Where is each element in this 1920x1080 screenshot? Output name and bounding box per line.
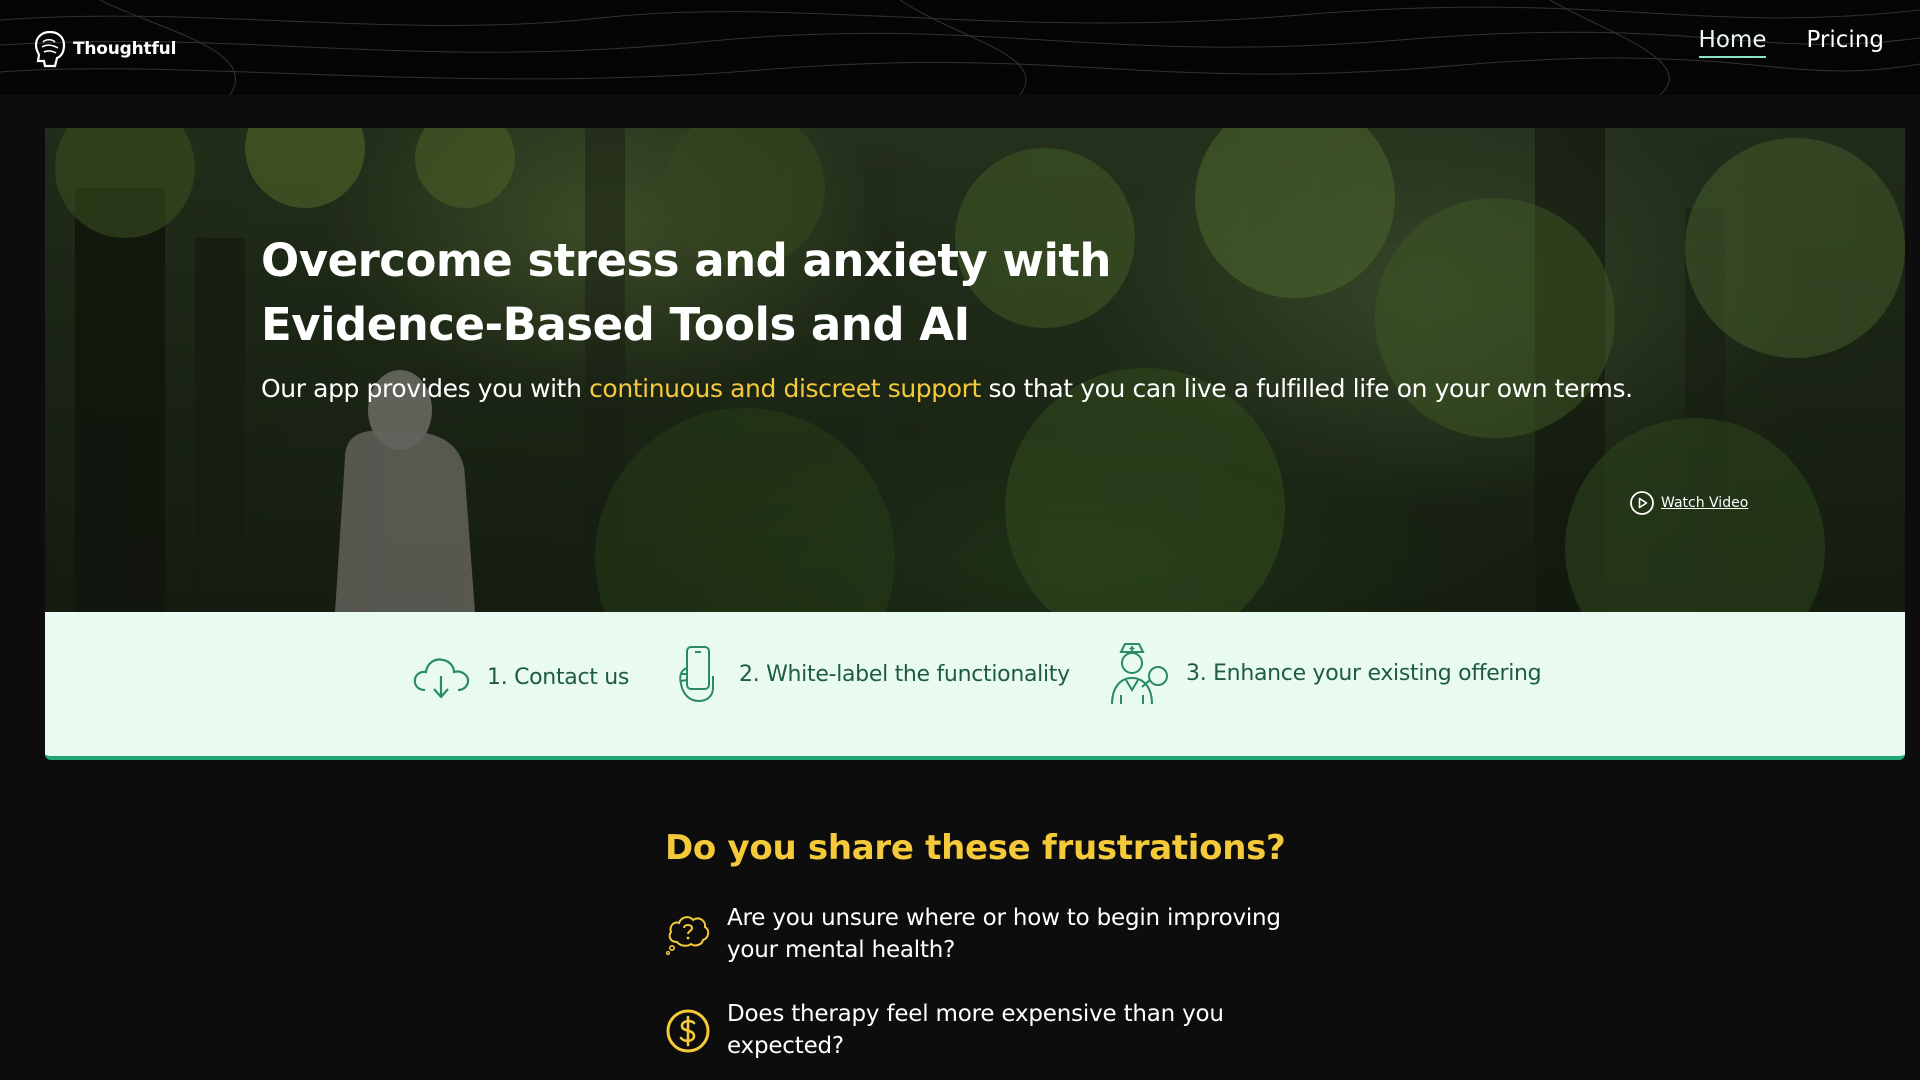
cloud-download-icon <box>413 658 470 699</box>
play-circle-icon <box>1630 491 1654 515</box>
question-thought-icon <box>665 916 710 956</box>
hero-title: Overcome stress and anxiety with Evidenc… <box>261 229 1161 357</box>
hero-subtitle-highlight: continuous and discreet support <box>589 374 981 403</box>
step-label: 3. Enhance your existing offering <box>1186 660 1542 686</box>
step-white-label: 2. White-label the functionality <box>673 644 1070 704</box>
brand-logo-link[interactable]: Thoughtful <box>33 30 176 68</box>
hero-subtitle-after: so that you can live a fulfilled life on… <box>980 374 1633 403</box>
step-enhance-offering: 3. Enhance your existing offering <box>1108 640 1542 706</box>
watch-video-link[interactable]: Watch Video <box>1629 490 1748 516</box>
frustrations-title: Do you share these frustrations? <box>665 828 1286 868</box>
brand-name: Thoughtful <box>73 39 177 59</box>
hero-title-line1: Overcome stress and anxiety with <box>261 234 1111 287</box>
topographic-pattern <box>0 0 1920 95</box>
step-label: 2. White-label the functionality <box>739 661 1070 687</box>
hero-subtitle-before: Our app provides you with <box>261 374 590 403</box>
step-contact-us: 1. Contact us <box>411 652 629 702</box>
steps-panel: 1. Contact us 2. White-label the functio… <box>45 612 1905 760</box>
dollar-coin-icon <box>666 1009 710 1053</box>
hero-dark-overlay <box>45 128 1905 612</box>
hero-banner: Overcome stress and anxiety with Evidenc… <box>45 128 1905 612</box>
thinking-head-logo-icon <box>34 30 66 68</box>
nav-pricing-link[interactable]: Pricing <box>1806 27 1884 58</box>
hand-phone-icon <box>679 646 714 703</box>
frustration-text: Are you unsure where or how to begin imp… <box>727 905 1281 963</box>
frustration-item: Are you unsure where or how to begin imp… <box>665 902 1287 966</box>
main-nav: Home Pricing <box>1698 27 1884 58</box>
hero-subtitle: Our app provides you with continuous and… <box>261 374 1761 403</box>
nurse-icon <box>1111 643 1168 705</box>
top-nav-bar: Thoughtful Home Pricing <box>0 0 1920 95</box>
hero-title-line2: Evidence-Based Tools and AI <box>261 298 970 351</box>
frustration-text: Does therapy feel more expensive than yo… <box>727 1001 1224 1059</box>
step-label: 1. Contact us <box>487 664 630 690</box>
nav-home-link[interactable]: Home <box>1698 27 1767 58</box>
watch-video-label: Watch Video <box>1661 495 1749 511</box>
frustration-item: Does therapy feel more expensive than yo… <box>665 998 1287 1062</box>
